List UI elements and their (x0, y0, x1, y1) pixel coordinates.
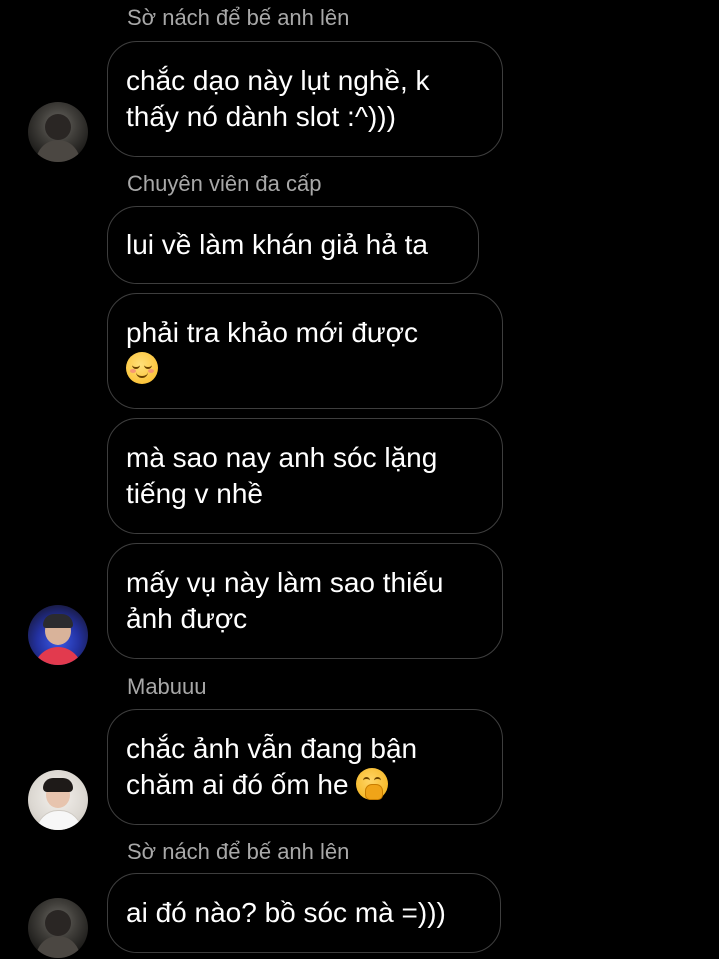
relieved-face-emoji (126, 352, 158, 384)
avatar-so-nach[interactable] (28, 898, 88, 958)
chat-thread: Sờ nách để bế anh lên chắc dạo này lụt n… (0, 0, 719, 959)
message-text: chắc dạo này lụt nghề, k thấy nó dành sl… (126, 65, 430, 132)
message-text: mấy vụ này làm sao thiếu ảnh được (126, 567, 444, 634)
message-bubble[interactable]: mà sao nay anh sóc lặng tiếng v nhề (107, 418, 503, 534)
message-text: mà sao nay anh sóc lặng tiếng v nhề (126, 442, 438, 509)
message-text: phải tra khảo mới được (126, 317, 419, 348)
avatar-head (45, 910, 71, 936)
avatar-figure (34, 647, 82, 665)
message-bubble[interactable]: phải tra khảo mới được (107, 293, 503, 409)
message-bubble[interactable]: chắc ảnh vẫn đang bận chăm ai đó ốm he (107, 709, 503, 825)
avatar-hair (43, 778, 73, 792)
sender-name: Sờ nách để bế anh lên (127, 839, 350, 864)
message-text: ai đó nào? bồ sóc mà =))) (126, 897, 446, 928)
avatar-hair (43, 614, 73, 628)
message-text: lui về làm khán giả hả ta (126, 229, 428, 260)
avatar-figure (36, 936, 80, 958)
avatar-figure (36, 140, 80, 162)
message-bubble[interactable]: mấy vụ này làm sao thiếu ảnh được (107, 543, 503, 659)
avatar-so-nach[interactable] (28, 102, 88, 162)
sender-name: Chuyên viên đa cấp (127, 171, 322, 196)
sender-name: Mabuuu (127, 674, 207, 699)
message-bubble[interactable]: ai đó nào? bồ sóc mà =))) (107, 873, 501, 953)
face-with-hand-over-mouth-emoji (356, 768, 389, 800)
avatar-figure (36, 810, 82, 830)
message-bubble[interactable]: chắc dạo này lụt nghề, k thấy nó dành sl… (107, 41, 503, 157)
avatar-head (45, 114, 71, 140)
avatar-chuyen-vien[interactable] (28, 605, 88, 665)
message-bubble[interactable]: lui về làm khán giả hả ta (107, 206, 479, 284)
sender-name: Sờ nách để bế anh lên (127, 5, 350, 30)
avatar-mabuuu[interactable] (28, 770, 88, 830)
